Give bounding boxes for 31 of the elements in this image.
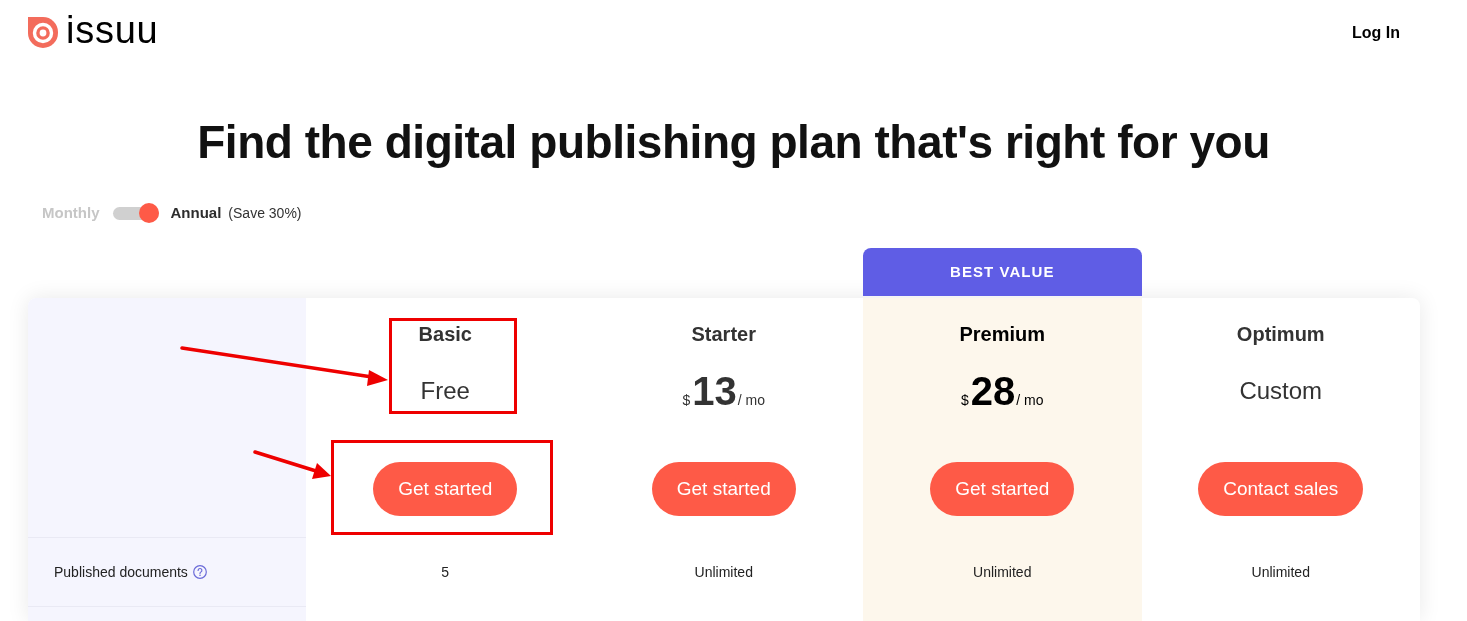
price-amount: 28 <box>970 368 1016 415</box>
help-icon[interactable] <box>192 565 207 579</box>
savings-note: (Save 30%) <box>228 203 302 223</box>
billing-toggle[interactable] <box>112 203 159 223</box>
plan-name: Starter <box>691 322 756 346</box>
plan-name: Premium <box>959 322 1046 346</box>
feature-value: Unlimited <box>694 563 753 582</box>
login-link[interactable]: Log In <box>1352 21 1400 45</box>
currency-symbol: $ <box>961 391 969 410</box>
price-label: Free <box>420 376 470 406</box>
currency-symbol: $ <box>682 391 691 410</box>
plan-name: Basic <box>418 322 472 346</box>
best-value-badge: BEST VALUE <box>863 248 1142 296</box>
price-amount: 13 <box>692 368 737 415</box>
feature-value: Unlimited <box>1251 563 1310 582</box>
plan-button[interactable]: Get started <box>930 462 1075 516</box>
logo-icon <box>28 16 58 48</box>
plan-name: Optimum <box>1236 322 1325 346</box>
monthly-label: Monthly <box>42 202 100 223</box>
plan-button[interactable]: Contact sales <box>1198 462 1364 516</box>
price-label: Custom <box>1239 376 1323 406</box>
plan-button[interactable]: Get started <box>651 462 796 516</box>
logo-text: issuu <box>66 11 159 49</box>
plan-button[interactable]: Get started <box>373 462 518 516</box>
price-period: / mo <box>1016 391 1044 410</box>
feature-label: Published documents <box>54 562 188 582</box>
feature-value: 5 <box>441 563 450 582</box>
annual-label: Annual <box>170 202 222 223</box>
feature-value: Unlimited <box>973 563 1032 582</box>
price-period: / mo <box>737 391 765 410</box>
page-heading: Find the digital publishing plan that's right for you <box>196 118 1271 166</box>
